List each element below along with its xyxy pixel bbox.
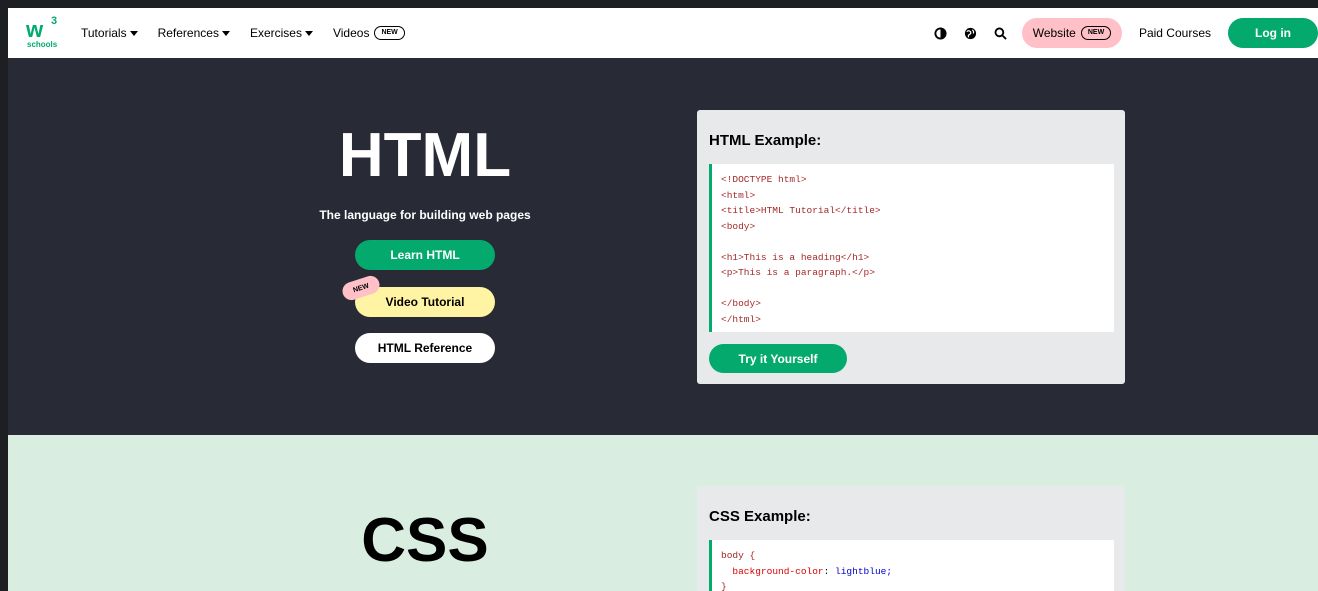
- main-menu: Tutorials References Exercises Videos NE…: [81, 8, 425, 58]
- learn-html-button[interactable]: Learn HTML: [355, 240, 495, 270]
- nav-references-label: References: [157, 26, 219, 40]
- w3schools-logo[interactable]: w 3 schools: [26, 15, 60, 49]
- paid-courses-link[interactable]: Paid Courses: [1139, 26, 1211, 40]
- top-navbar: w 3 schools Tutorials References Exercis…: [8, 8, 1318, 58]
- nav-tutorials[interactable]: Tutorials: [81, 26, 138, 40]
- css-example-card: CSS Example: body { background-color: li…: [697, 486, 1125, 591]
- code-line: </html>: [721, 313, 761, 325]
- code-line: <title>HTML Tutorial</title>: [721, 205, 881, 216]
- code-line: body {: [721, 550, 756, 561]
- code-line: <h1>This is a heading</h1>: [721, 251, 870, 263]
- new-badge: NEW: [374, 26, 405, 40]
- css-section: CSS CSS Example: body { background-color…: [8, 435, 1318, 591]
- html-tagline: The language for building web pages: [319, 208, 531, 222]
- new-badge: NEW: [1080, 26, 1112, 40]
- nav-exercises-label: Exercises: [249, 26, 302, 40]
- css-colon: :: [823, 565, 836, 577]
- browser-viewport: w 3 schools Tutorials References Exercis…: [8, 8, 1318, 591]
- code-line: <p>This is a paragraph.</p>: [721, 267, 875, 278]
- code-line: <body>: [721, 220, 756, 232]
- logo-subtext: schools: [27, 40, 58, 49]
- try-it-yourself-button[interactable]: Try it Yourself: [709, 344, 847, 373]
- html-reference-button[interactable]: HTML Reference: [355, 333, 495, 363]
- css-property: background-color: [732, 565, 824, 577]
- search-icon[interactable]: [986, 18, 1016, 48]
- html-example-card: HTML Example: <!DOCTYPE html> <html> <ti…: [697, 110, 1125, 384]
- css-example-title: CSS Example:: [709, 508, 811, 525]
- globe-icon[interactable]: [956, 18, 986, 48]
- nav-right-group: Website NEW Paid Courses Log in: [926, 8, 1318, 58]
- login-button[interactable]: Log in: [1228, 18, 1318, 48]
- html-title: HTML: [338, 121, 512, 190]
- caret-down-icon: [221, 30, 230, 36]
- code-line: }: [721, 581, 727, 591]
- nav-exercises[interactable]: Exercises: [250, 26, 313, 40]
- html-section: HTML The language for building web pages…: [8, 58, 1318, 435]
- css-code-block: body { background-color: lightblue; }: [709, 540, 1114, 591]
- logo-superscript: 3: [51, 15, 58, 27]
- html-code-block: <!DOCTYPE html> <html> <title>HTML Tutor…: [709, 164, 1114, 332]
- nav-tutorials-label: Tutorials: [81, 26, 127, 40]
- website-label: Website: [1032, 26, 1076, 40]
- nav-references[interactable]: References: [158, 26, 230, 40]
- nav-videos-label: Videos: [332, 26, 370, 40]
- website-button[interactable]: Website NEW: [1021, 18, 1122, 48]
- html-example-title: HTML Example:: [709, 132, 822, 149]
- code-line: <!DOCTYPE html>: [721, 174, 807, 185]
- css-title: CSS: [361, 506, 489, 575]
- css-value: lightblue;: [835, 565, 893, 577]
- code-line: background-color: lightblue;: [721, 564, 1105, 580]
- code-line: <html>: [721, 189, 756, 201]
- caret-down-icon: [129, 30, 138, 36]
- code-line: </body>: [721, 298, 761, 309]
- contrast-icon[interactable]: [926, 18, 956, 48]
- caret-down-icon: [304, 30, 313, 36]
- nav-videos[interactable]: Videos NEW: [333, 26, 405, 40]
